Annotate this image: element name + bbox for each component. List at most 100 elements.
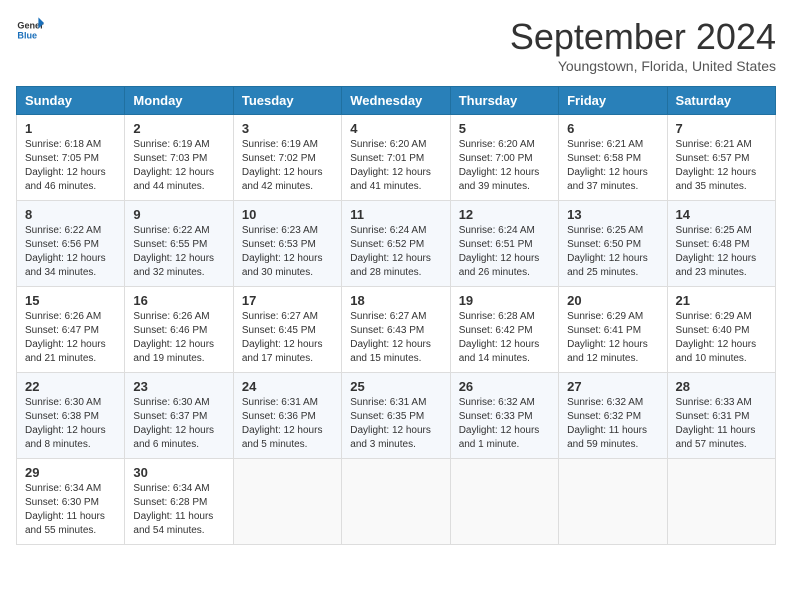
svg-text:Blue: Blue (17, 30, 37, 40)
day-number: 21 (676, 293, 767, 308)
day-info: Sunrise: 6:18 AMSunset: 7:05 PMDaylight:… (25, 138, 116, 194)
day-cell: 29 Sunrise: 6:34 AMSunset: 6:30 PMDayligh… (17, 459, 125, 545)
day-cell: 1Sunrise: 6:18 AMSunset: 7:05 PMDaylight… (17, 115, 125, 201)
day-number: 12 (459, 207, 550, 222)
day-cell: 2 Sunrise: 6:19 AMSunset: 7:03 PMDaylight… (125, 115, 233, 201)
day-cell: 10 Sunrise: 6:23 AMSunset: 6:53 PMDayligh… (233, 201, 341, 287)
day-cell: 5 Sunrise: 6:20 AMSunset: 7:00 PMDaylight… (450, 115, 558, 201)
day-info: Sunrise: 6:27 AMSunset: 6:43 PMDaylight:… (350, 310, 441, 366)
day-cell: 15 Sunrise: 6:26 AMSunset: 6:47 PMDayligh… (17, 287, 125, 373)
week-row-3: 15 Sunrise: 6:26 AMSunset: 6:47 PMDayligh… (17, 287, 776, 373)
day-number: 28 (676, 379, 767, 394)
day-info: Sunrise: 6:33 AMSunset: 6:31 PMDaylight:… (676, 396, 767, 452)
day-info: Sunrise: 6:32 AMSunset: 6:32 PMDaylight:… (567, 396, 658, 452)
day-cell: 6 Sunrise: 6:21 AMSunset: 6:58 PMDaylight… (559, 115, 667, 201)
day-cell (342, 459, 450, 545)
month-title: September 2024 (510, 16, 776, 58)
day-info: Sunrise: 6:32 AMSunset: 6:33 PMDaylight:… (459, 396, 550, 452)
day-number: 15 (25, 293, 116, 308)
day-cell: 16 Sunrise: 6:26 AMSunset: 6:46 PMDayligh… (125, 287, 233, 373)
day-number: 17 (242, 293, 333, 308)
day-cell: 24 Sunrise: 6:31 AMSunset: 6:36 PMDayligh… (233, 373, 341, 459)
day-info: Sunrise: 6:34 AMSunset: 6:30 PMDaylight:… (25, 482, 116, 538)
day-info: Sunrise: 6:34 AMSunset: 6:28 PMDaylight:… (133, 482, 224, 538)
day-header-saturday: Saturday (667, 87, 775, 115)
day-info: Sunrise: 6:26 AMSunset: 6:46 PMDaylight:… (133, 310, 224, 366)
day-info: Sunrise: 6:24 AMSunset: 6:52 PMDaylight:… (350, 224, 441, 280)
day-cell: 3 Sunrise: 6:19 AMSunset: 7:02 PMDaylight… (233, 115, 341, 201)
day-cell: 30 Sunrise: 6:34 AMSunset: 6:28 PMDayligh… (125, 459, 233, 545)
day-info: Sunrise: 6:19 AMSunset: 7:02 PMDaylight:… (242, 138, 333, 194)
logo: General Blue (16, 16, 44, 44)
day-header-thursday: Thursday (450, 87, 558, 115)
day-number: 5 (459, 121, 550, 136)
location: Youngstown, Florida, United States (510, 58, 776, 74)
day-info: Sunrise: 6:27 AMSunset: 6:45 PMDaylight:… (242, 310, 333, 366)
day-cell: 4Sunrise: 6:20 AMSunset: 7:01 PMDaylight… (342, 115, 450, 201)
day-number: 4 (350, 121, 441, 136)
day-number: 11 (350, 207, 441, 222)
day-cell: 13Sunrise: 6:25 AMSunset: 6:50 PMDayligh… (559, 201, 667, 287)
day-info: Sunrise: 6:22 AMSunset: 6:55 PMDaylight:… (133, 224, 224, 280)
day-number: 27 (567, 379, 658, 394)
logo-icon: General Blue (16, 16, 44, 44)
day-info: Sunrise: 6:25 AMSunset: 6:48 PMDaylight:… (676, 224, 767, 280)
day-cell: 20Sunrise: 6:29 AMSunset: 6:41 PMDayligh… (559, 287, 667, 373)
day-cell: 14 Sunrise: 6:25 AMSunset: 6:48 PMDayligh… (667, 201, 775, 287)
day-number: 7 (676, 121, 767, 136)
week-row-5: 29 Sunrise: 6:34 AMSunset: 6:30 PMDayligh… (17, 459, 776, 545)
day-cell: 26 Sunrise: 6:32 AMSunset: 6:33 PMDayligh… (450, 373, 558, 459)
day-info: Sunrise: 6:31 AMSunset: 6:36 PMDaylight:… (242, 396, 333, 452)
day-number: 2 (133, 121, 224, 136)
day-cell: 27 Sunrise: 6:32 AMSunset: 6:32 PMDayligh… (559, 373, 667, 459)
day-number: 18 (350, 293, 441, 308)
day-cell: 12Sunrise: 6:24 AMSunset: 6:51 PMDayligh… (450, 201, 558, 287)
day-cell: 22Sunrise: 6:30 AMSunset: 6:38 PMDayligh… (17, 373, 125, 459)
day-number: 14 (676, 207, 767, 222)
day-number: 24 (242, 379, 333, 394)
day-cell: 18 Sunrise: 6:27 AMSunset: 6:43 PMDayligh… (342, 287, 450, 373)
day-info: Sunrise: 6:28 AMSunset: 6:42 PMDaylight:… (459, 310, 550, 366)
day-number: 3 (242, 121, 333, 136)
day-number: 30 (133, 465, 224, 480)
day-header-tuesday: Tuesday (233, 87, 341, 115)
day-cell: 25Sunrise: 6:31 AMSunset: 6:35 PMDayligh… (342, 373, 450, 459)
day-cell: 28 Sunrise: 6:33 AMSunset: 6:31 PMDayligh… (667, 373, 775, 459)
day-number: 10 (242, 207, 333, 222)
day-header-monday: Monday (125, 87, 233, 115)
day-info: Sunrise: 6:19 AMSunset: 7:03 PMDaylight:… (133, 138, 224, 194)
day-number: 19 (459, 293, 550, 308)
day-cell: 7 Sunrise: 6:21 AMSunset: 6:57 PMDaylight… (667, 115, 775, 201)
calendar-header-row: SundayMondayTuesdayWednesdayThursdayFrid… (17, 87, 776, 115)
day-cell (559, 459, 667, 545)
week-row-4: 22Sunrise: 6:30 AMSunset: 6:38 PMDayligh… (17, 373, 776, 459)
day-info: Sunrise: 6:31 AMSunset: 6:35 PMDaylight:… (350, 396, 441, 452)
day-number: 20 (567, 293, 658, 308)
day-info: Sunrise: 6:21 AMSunset: 6:58 PMDaylight:… (567, 138, 658, 194)
day-number: 8 (25, 207, 116, 222)
calendar-table: SundayMondayTuesdayWednesdayThursdayFrid… (16, 86, 776, 545)
day-number: 6 (567, 121, 658, 136)
day-number: 13 (567, 207, 658, 222)
day-info: Sunrise: 6:30 AMSunset: 6:37 PMDaylight:… (133, 396, 224, 452)
day-cell: 17 Sunrise: 6:27 AMSunset: 6:45 PMDayligh… (233, 287, 341, 373)
day-number: 22 (25, 379, 116, 394)
day-info: Sunrise: 6:26 AMSunset: 6:47 PMDaylight:… (25, 310, 116, 366)
page-header: General Blue September 2024 Youngstown, … (16, 16, 776, 74)
day-header-sunday: Sunday (17, 87, 125, 115)
day-cell (233, 459, 341, 545)
day-info: Sunrise: 6:20 AMSunset: 7:00 PMDaylight:… (459, 138, 550, 194)
day-number: 29 (25, 465, 116, 480)
day-cell: 9Sunrise: 6:22 AMSunset: 6:55 PMDaylight… (125, 201, 233, 287)
day-number: 16 (133, 293, 224, 308)
day-info: Sunrise: 6:21 AMSunset: 6:57 PMDaylight:… (676, 138, 767, 194)
day-cell: 23Sunrise: 6:30 AMSunset: 6:37 PMDayligh… (125, 373, 233, 459)
day-info: Sunrise: 6:29 AMSunset: 6:40 PMDaylight:… (676, 310, 767, 366)
week-row-2: 8 Sunrise: 6:22 AMSunset: 6:56 PMDaylight… (17, 201, 776, 287)
day-info: Sunrise: 6:23 AMSunset: 6:53 PMDaylight:… (242, 224, 333, 280)
day-info: Sunrise: 6:22 AMSunset: 6:56 PMDaylight:… (25, 224, 116, 280)
title-area: September 2024 Youngstown, Florida, Unit… (510, 16, 776, 74)
day-cell (667, 459, 775, 545)
day-cell: 11 Sunrise: 6:24 AMSunset: 6:52 PMDayligh… (342, 201, 450, 287)
day-number: 26 (459, 379, 550, 394)
